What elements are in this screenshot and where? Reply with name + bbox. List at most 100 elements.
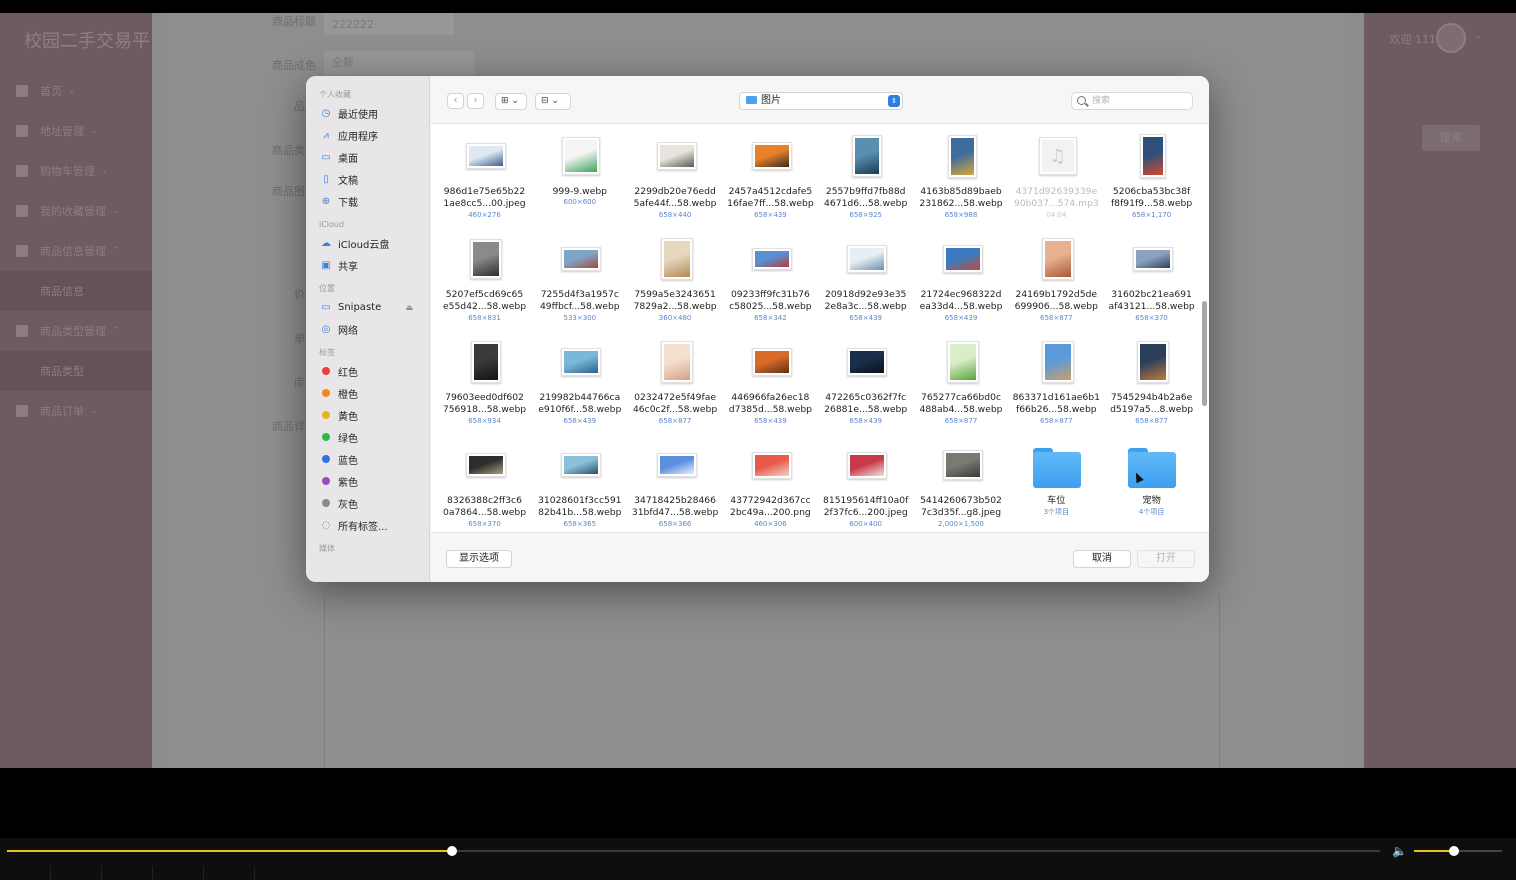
file-item[interactable]: 4163b85d89baeb 231862...58.webp 658×988 [914, 128, 1009, 231]
finder-footer: 显示选项 取消 打开 [431, 532, 1209, 582]
file-item[interactable]: 5414260673b502 7c3d35f...g8.jpeg 2,000×1,5… [914, 437, 1009, 540]
file-name-line: f8f91f9...58.webp [1110, 198, 1193, 209]
sidebar-item[interactable]: ▭ 桌面 [306, 146, 429, 168]
back-button[interactable]: ‹ [447, 93, 464, 109]
file-item[interactable]: 5206cba53bc38f f8f91f9...58.webp 658×1,170 [1104, 128, 1199, 231]
sidebar-tag-item[interactable]: 蓝色 [306, 448, 429, 470]
sidebar-tag-item[interactable]: 绿色 [306, 426, 429, 448]
sidebar-item[interactable]: ⩘ 应用程序 [306, 124, 429, 146]
volume-icon[interactable]: 🔈 [1392, 844, 1407, 858]
folder-item[interactable]: 宠物 4个项目 [1104, 437, 1199, 540]
condition-select[interactable]: 全新 [324, 51, 474, 75]
eject-icon[interactable]: ⏏ [405, 303, 413, 312]
file-item[interactable]: ♫ 4371d92639339e 90b037...574.mp3 04:04 [1009, 128, 1104, 231]
app-menu-item[interactable]: 首页 ⌄ [0, 71, 152, 111]
file-item[interactable]: 765277ca66bd0c 488ab4...58.webp 658×877 [914, 334, 1009, 437]
file-item[interactable]: 31028601f3cc591 82b41b...58.webp 658×365 [532, 437, 627, 540]
file-item[interactable]: 8326388c2ff3c6 0a7864...58.webp 658×370 [437, 437, 532, 540]
file-item[interactable]: 7599a5e3243651 7829a2...58.webp 360×480 [628, 231, 723, 334]
file-name-line: 2f37fc6...200.jpeg [823, 507, 908, 518]
file-item[interactable]: 0232472e5f49fae 46c0c2f...58.webp 658×877 [628, 334, 723, 437]
app-menu-item[interactable]: 商品类型管理 ⌃ [0, 311, 152, 351]
file-dimensions: 3个项目 [1043, 508, 1070, 516]
sidebar-all-tags[interactable]: ◌ 所有标签... [306, 514, 429, 536]
file-name-line: 31602bc21ea691 [1111, 289, 1192, 300]
sidebar-item[interactable]: ◎ 网络 [306, 318, 429, 340]
search-input[interactable]: 搜索 [1071, 92, 1193, 110]
sidebar-tag-item[interactable]: 橙色 [306, 382, 429, 404]
file-item[interactable]: 43772942d367cc 2bc49a...200.png 460×306 [723, 437, 818, 540]
app-menu-item[interactable]: 商品类型 [0, 351, 152, 391]
app-menu-item[interactable]: 我的收藏管理 ⌄ [0, 191, 152, 231]
title-label: 商品标题 [272, 15, 316, 28]
file-item[interactable]: 79603eed0df602 756918...58.webp 658×934 [437, 334, 532, 437]
sidebar-item[interactable]: ⊕ 下载 [306, 190, 429, 212]
show-options-button[interactable]: 显示选项 [446, 550, 512, 568]
file-item[interactable]: 986d1e75e65b22 1ae8cc5...00.jpeg 460×276 [437, 128, 532, 231]
chevron-down-icon: ⌄ [511, 96, 519, 106]
sidebar-tag-item[interactable]: 紫色 [306, 470, 429, 492]
volume-knob[interactable] [1448, 846, 1459, 856]
app-menu-item[interactable]: 商品信息管理 ⌃ [0, 231, 152, 271]
file-item[interactable]: 2557b9ffd7fb88d 4671d6...58.webp 658×925 [818, 128, 913, 231]
file-name-line: 7829a2...58.webp [633, 301, 717, 312]
file-item[interactable]: 5207ef5cd69c65 e55d42...58.webp 658×831 [437, 231, 532, 334]
file-name-line: 24169b1792d5de [1015, 289, 1098, 300]
thumbnail-frame [559, 132, 603, 180]
file-item[interactable]: 999-9.webp 600×600 [532, 128, 627, 231]
file-item[interactable]: 09233ff9fc31b76 c58025...58.webp 658×342 [723, 231, 818, 334]
sidebar-item-label: 下载 [338, 197, 358, 209]
sidebar-tag-item[interactable]: 灰色 [306, 492, 429, 514]
detail-editor[interactable] [324, 593, 1220, 768]
open-button[interactable]: 打开 [1137, 550, 1195, 568]
app-menu-item[interactable]: 商品订单 ⌄ [0, 391, 152, 431]
sidebar-item[interactable]: ☁ iCloud云盘 [306, 232, 429, 254]
forward-button[interactable]: › [467, 93, 484, 109]
progress-bar[interactable] [7, 846, 1380, 856]
app-menu-item[interactable]: 购物车管理 ⌄ [0, 151, 152, 191]
file-item[interactable]: 446966fa26ec18 d7385d...58.webp 658×439 [723, 334, 818, 437]
cancel-button[interactable]: 取消 [1073, 550, 1131, 568]
file-item[interactable]: 7255d4f3a1957c 49ffbcf...58.webp 533×300 [532, 231, 627, 334]
thumbnail-frame [464, 132, 508, 180]
file-item[interactable]: 20918d92e93e35 2e8a3c...58.webp 658×439 [818, 231, 913, 334]
chevron-down-icon[interactable]: ⌄ [1474, 31, 1482, 41]
group-by-button[interactable]: ⊟ ⌄ [535, 93, 571, 110]
file-item[interactable]: 815195614ff10a0f 2f37fc6...200.jpeg 600×40… [818, 437, 913, 540]
location-select[interactable]: 图片 ⇕ [739, 92, 903, 110]
folder-item[interactable]: 车位 3个项目 [1009, 437, 1104, 540]
cloud-icon: ☁ [321, 237, 331, 249]
sidebar-tag-item[interactable]: 黄色 [306, 404, 429, 426]
sidebar-item[interactable]: ◷ 最近使用 [306, 102, 429, 124]
file-item[interactable]: 219982b44766ca e910f6f...58.webp 658×439 [532, 334, 627, 437]
bottom-segment [51, 866, 102, 880]
app-menu-item[interactable]: 商品信息 [0, 271, 152, 311]
avatar[interactable] [1436, 23, 1466, 53]
sidebar-tag-item[interactable]: 红色 [306, 360, 429, 382]
file-item[interactable]: 21724ec968322d ea33d4...58.webp 658×439 [914, 231, 1009, 334]
file-item[interactable]: 7545294b4b2a6e d5197a5...8.webp 658×877 [1104, 334, 1199, 437]
file-name-line: f66b26...58.webp [1015, 404, 1097, 415]
sidebar-item[interactable]: ▯ 文稿 [306, 168, 429, 190]
progress-knob[interactable] [446, 846, 457, 856]
app-menu-item[interactable]: 地址管理 ⌄ [0, 111, 152, 151]
finder-main: ‹ › ⊞ ⌄ ⊟ ⌄ 图片 ⇕ 搜索 986d1e75e65b22 1ae8cc… [431, 76, 1209, 582]
title-field[interactable]: 222222 [324, 13, 454, 35]
file-item[interactable]: 24169b1792d5de 699906...58.webp 658×877 [1009, 231, 1104, 334]
view-mode-button[interactable]: ⊞ ⌄ [495, 93, 527, 110]
search-button[interactable]: 搜索 [1422, 125, 1480, 151]
thumbnail-image [1140, 344, 1167, 380]
file-name: 219982b44766ca e910f6f...58.webp [532, 392, 627, 416]
file-item[interactable]: 2299db20e76edd 5afe44f...58.webp 658×440 [628, 128, 723, 231]
file-thumbnail [466, 453, 506, 477]
sidebar-item[interactable]: ▭ Snipaste ⏏ [306, 296, 429, 318]
file-item[interactable]: 2457a4512cdafe5 16fae7ff...58.webp 658×439 [723, 128, 818, 231]
sidebar-item[interactable]: ▣ 共享 [306, 254, 429, 276]
scrollbar[interactable] [1202, 301, 1207, 406]
file-item[interactable]: 31602bc21ea691 af43121...58.webp 658×370 [1104, 231, 1199, 334]
file-item[interactable]: 34718425b28466 31bfd47...58.webp 658×366 [628, 437, 723, 540]
file-item[interactable]: 863371d161ae6b1 f66b26...58.webp 658×877 [1009, 334, 1104, 437]
file-item[interactable]: 472265c0362f7fc 26881e...58.webp 658×439 [818, 334, 913, 437]
volume-slider[interactable] [1414, 846, 1502, 856]
tag-color-dot [322, 477, 330, 485]
